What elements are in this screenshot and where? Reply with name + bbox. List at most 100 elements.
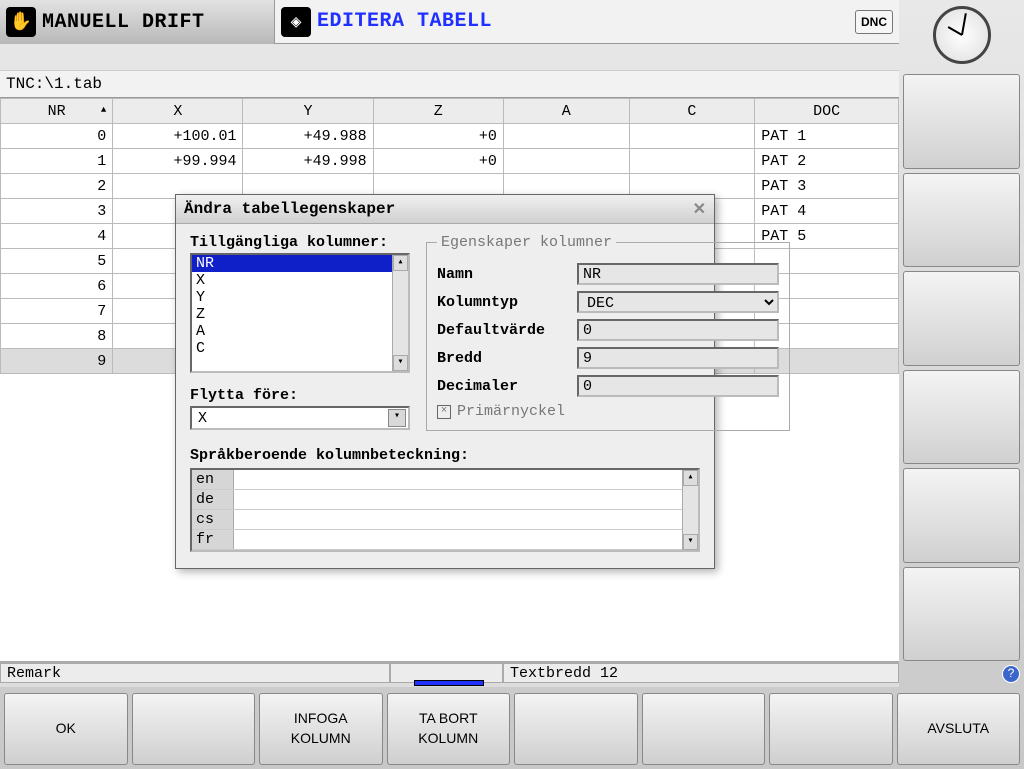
scroll-down-icon[interactable]: ▾	[393, 355, 408, 371]
cell-z[interactable]: +0	[373, 124, 503, 149]
language-columns-table[interactable]: endecsfr ▴ ▾	[190, 468, 700, 552]
clock-icon	[933, 6, 991, 64]
dnc-button[interactable]: DNC	[855, 10, 893, 34]
cell-nr[interactable]: 5	[1, 249, 113, 274]
softkey-5[interactable]	[514, 693, 638, 765]
cell-a[interactable]	[503, 124, 629, 149]
cell-doc[interactable]: PAT 1	[755, 124, 899, 149]
table-row[interactable]: 0+100.01+49.988+0 PAT 1	[1, 124, 899, 149]
cell-y[interactable]: +49.998	[243, 149, 373, 174]
softkey-page-indicator[interactable]	[0, 683, 899, 687]
cell-nr[interactable]: 3	[1, 199, 113, 224]
scroll-up-icon[interactable]: ▴	[393, 255, 408, 271]
list-item[interactable]: Y	[192, 289, 408, 306]
scroll-up-icon[interactable]: ▴	[683, 470, 698, 486]
move-before-value: X	[198, 410, 207, 427]
list-item[interactable]: X	[192, 272, 408, 289]
dialog-title: Ändra tabellegenskaper	[184, 200, 395, 218]
cell-nr[interactable]: 6	[1, 274, 113, 299]
decimals-field[interactable]	[577, 375, 779, 397]
lang-value[interactable]	[234, 530, 698, 549]
default-field[interactable]	[577, 319, 779, 341]
table-row[interactable]: 1+99.994+49.998+0 PAT 2	[1, 149, 899, 174]
width-field[interactable]	[577, 347, 779, 369]
cell-x[interactable]: +99.994	[113, 149, 243, 174]
right-softkey-3[interactable]	[903, 271, 1020, 366]
cell-doc[interactable]: PAT 3	[755, 174, 899, 199]
right-softkey-1[interactable]	[903, 74, 1020, 169]
softkey-2[interactable]	[132, 693, 256, 765]
mode-edit-table-label: EDITERA TABELL	[317, 10, 492, 33]
lang-value[interactable]	[234, 470, 698, 489]
softkey-6[interactable]	[642, 693, 766, 765]
lang-value[interactable]	[234, 490, 698, 509]
close-icon[interactable]: ✕	[693, 199, 706, 219]
softkey-7[interactable]	[769, 693, 893, 765]
cell-nr[interactable]: 4	[1, 224, 113, 249]
data-table[interactable]: NR▲ X Y Z A C DOC 0+100.01+49.988+0PAT 1…	[0, 97, 899, 661]
lang-row[interactable]: fr	[192, 530, 698, 550]
lang-row[interactable]: de	[192, 490, 698, 510]
edit-table-icon: ◈	[281, 7, 311, 37]
name-field[interactable]	[577, 263, 779, 285]
status-remark: Remark	[0, 663, 390, 683]
right-softkey-4[interactable]	[903, 370, 1020, 465]
cell-doc[interactable]: PAT 2	[755, 149, 899, 174]
cell-c[interactable]	[629, 124, 755, 149]
col-header-nr[interactable]: NR▲	[1, 99, 113, 124]
scrollbar[interactable]: ▴ ▾	[682, 470, 698, 550]
list-item[interactable]: NR	[192, 255, 408, 272]
column-properties-group: Egenskaper kolumner Namn Kolumntyp DEC	[426, 234, 790, 431]
primary-key-checkbox[interactable]: ×	[437, 405, 451, 419]
col-header-y[interactable]: Y	[243, 99, 373, 124]
type-select[interactable]: DEC	[577, 291, 779, 313]
file-path: TNC:\1.tab	[0, 71, 899, 97]
list-item[interactable]: C	[192, 340, 408, 357]
cell-nr[interactable]: 0	[1, 124, 113, 149]
softkey-insert-column[interactable]: INFOGAKOLUMN	[259, 693, 383, 765]
mode-edit-table[interactable]: ◈ EDITERA TABELL	[275, 0, 504, 44]
properties-legend: Egenskaper kolumner	[437, 234, 616, 251]
available-columns-list[interactable]: NRXYZAC ▴ ▾	[190, 253, 410, 373]
col-header-x[interactable]: X	[113, 99, 243, 124]
right-softkey-5[interactable]	[903, 468, 1020, 563]
list-item[interactable]: Z	[192, 306, 408, 323]
cell-x[interactable]: +100.01	[113, 124, 243, 149]
mode-manual[interactable]: ✋ MANUELL DRIFT	[0, 0, 275, 44]
cell-nr[interactable]: 7	[1, 299, 113, 324]
sort-asc-icon: ▲	[101, 105, 106, 115]
softkey-end[interactable]: AVSLUTA	[897, 693, 1021, 765]
cell-nr[interactable]: 9	[1, 349, 113, 374]
list-item[interactable]: A	[192, 323, 408, 340]
lang-value[interactable]	[234, 510, 698, 529]
clock	[899, 0, 1024, 70]
cell-doc[interactable]: PAT 4	[755, 199, 899, 224]
cell-nr[interactable]: 2	[1, 174, 113, 199]
mode-manual-label: MANUELL DRIFT	[42, 11, 205, 34]
cell-a[interactable]	[503, 149, 629, 174]
scroll-down-icon[interactable]: ▾	[683, 534, 698, 550]
col-header-z[interactable]: Z	[373, 99, 503, 124]
cell-y[interactable]: +49.988	[243, 124, 373, 149]
edit-table-properties-dialog: Ändra tabellegenskaper ✕ Tillgängliga ko…	[175, 194, 715, 569]
chevron-down-icon[interactable]: ▾	[388, 409, 406, 427]
lang-code: cs	[192, 510, 234, 529]
right-softkey-2[interactable]	[903, 173, 1020, 268]
cell-c[interactable]	[629, 149, 755, 174]
col-header-a[interactable]: A	[503, 99, 629, 124]
softkey-ok[interactable]: OK	[4, 693, 128, 765]
name-label: Namn	[437, 266, 577, 283]
cell-z[interactable]: +0	[373, 149, 503, 174]
softkey-delete-column[interactable]: TA BORTKOLUMN	[387, 693, 511, 765]
col-header-c[interactable]: C	[629, 99, 755, 124]
col-header-doc[interactable]: DOC	[755, 99, 899, 124]
right-softkey-6[interactable]	[903, 567, 1020, 662]
scrollbar[interactable]: ▴ ▾	[392, 255, 408, 371]
help-icon[interactable]: ?	[1002, 665, 1020, 683]
move-before-combo[interactable]: X ▾	[190, 406, 410, 430]
cell-nr[interactable]: 8	[1, 324, 113, 349]
cell-nr[interactable]: 1	[1, 149, 113, 174]
lang-row[interactable]: en	[192, 470, 698, 490]
default-label: Defaultvärde	[437, 322, 577, 339]
lang-row[interactable]: cs	[192, 510, 698, 530]
